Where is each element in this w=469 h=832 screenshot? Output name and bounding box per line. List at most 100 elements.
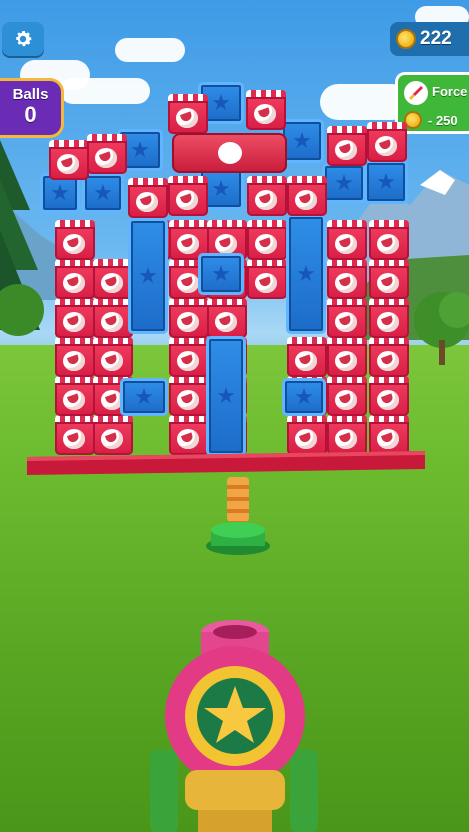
- force-cost: - 250: [428, 113, 458, 128]
- watermelon-log: [172, 133, 287, 173]
- settings-button[interactable]: [2, 22, 44, 56]
- star-icon: ★: [216, 383, 236, 408]
- watermelon-block: [55, 298, 95, 338]
- watermelon-icon: [254, 104, 276, 124]
- star-block: ★: [322, 163, 366, 203]
- watermelon-block: [369, 298, 409, 338]
- watermelon-block: [369, 376, 409, 416]
- watermelon-icon: [95, 148, 117, 168]
- balls-label: Balls: [12, 86, 49, 103]
- star-icon: ★: [376, 169, 396, 194]
- watermelon-block: [327, 298, 367, 338]
- watermelon-icon: [377, 390, 399, 410]
- star-block: ★: [206, 336, 246, 456]
- watermelon-icon: [255, 190, 277, 210]
- watermelon-icon: [295, 429, 317, 449]
- watermelon-block: [169, 298, 209, 338]
- watermelon-icon: [101, 351, 123, 371]
- watermelon-block: [93, 259, 133, 299]
- watermelon-icon: [218, 142, 242, 164]
- watermelon-icon: [335, 273, 357, 293]
- star-icon: ★: [211, 176, 231, 201]
- star-block: ★: [286, 214, 326, 334]
- watermelon-icon: [176, 190, 198, 210]
- balls-counter: Balls 0: [0, 78, 64, 138]
- star-icon: ★: [294, 384, 314, 409]
- star-icon: ★: [134, 384, 154, 409]
- watermelon-icon: [377, 234, 399, 254]
- watermelon-icon: [177, 312, 199, 332]
- star-icon: ★: [296, 261, 316, 286]
- watermelon-icon: [215, 312, 237, 332]
- watermelon-icon: [335, 140, 357, 160]
- watermelon-icon: [177, 429, 199, 449]
- watermelon-block: [327, 126, 367, 166]
- star-icon: ★: [211, 261, 231, 286]
- watermelon-icon: [377, 351, 399, 371]
- watermelon-block: [327, 220, 367, 260]
- game-screen: Balls 0 222 Force - 250 ★ ★ ★ ★ ★ ★ ★ ★ ★ ★ ★ ★ ★ ★: [0, 0, 469, 832]
- star-icon: ★: [50, 180, 70, 205]
- star-block: ★: [198, 253, 244, 295]
- watermelon-icon: [255, 234, 277, 254]
- watermelon-icon: [335, 351, 357, 371]
- force-label: Force: [432, 84, 468, 99]
- watermelon-icon: [177, 390, 199, 410]
- watermelon-icon: [136, 192, 158, 212]
- watermelon-icon: [101, 312, 123, 332]
- watermelon-icon: [295, 351, 317, 371]
- watermelon-icon: [57, 154, 79, 174]
- stand-post: [227, 477, 249, 522]
- watermelon-block: [247, 259, 287, 299]
- star-icon: ★: [93, 180, 113, 205]
- coin-icon: [396, 29, 416, 49]
- balls-value: 0: [24, 102, 37, 127]
- watermelon-icon: [101, 429, 123, 449]
- watermelon-block: [49, 140, 89, 180]
- watermelon-icon: [377, 429, 399, 449]
- watermelon-icon: [215, 234, 237, 254]
- star-block: ★: [282, 378, 326, 416]
- coin-value: 222: [420, 28, 452, 49]
- watermelon-block: [287, 176, 327, 216]
- watermelon-block: [327, 259, 367, 299]
- watermelon-icon: [177, 273, 199, 293]
- tower-platform: [27, 451, 425, 475]
- gear-icon: [16, 31, 32, 47]
- watermelon-icon: [63, 312, 85, 332]
- watermelon-block: [55, 220, 95, 260]
- star-icon: ★: [138, 263, 158, 288]
- stand-base: [206, 522, 270, 555]
- watermelon-block: [247, 220, 287, 260]
- watermelon-block: [168, 94, 208, 134]
- star-icon: ★: [292, 128, 312, 153]
- watermelon-block: [287, 337, 327, 377]
- star-block: ★: [82, 173, 124, 213]
- watermelon-icon: [295, 190, 317, 210]
- star-icon: ★: [211, 90, 231, 115]
- watermelon-icon: [375, 136, 397, 156]
- watermelon-block: [369, 337, 409, 377]
- watermelon-block: [93, 298, 133, 338]
- watermelon-block: [128, 178, 168, 218]
- watermelon-block: [55, 376, 95, 416]
- watermelon-icon: [335, 312, 357, 332]
- star-block: ★: [128, 218, 168, 334]
- watermelon-icon: [177, 234, 199, 254]
- watermelon-block: [93, 337, 133, 377]
- watermelon-icon: [335, 429, 357, 449]
- watermelon-block: [369, 259, 409, 299]
- watermelon-block: [87, 134, 127, 174]
- watermelon-block: [168, 176, 208, 216]
- watermelon-icon: [335, 390, 357, 410]
- cannon[interactable]: [140, 620, 330, 832]
- watermelon-icon: [63, 429, 85, 449]
- star-icon: ★: [334, 170, 354, 195]
- watermelon-icon: [63, 351, 85, 371]
- watermelon-block: [207, 298, 247, 338]
- rocket-icon: [404, 81, 428, 105]
- watermelon-icon: [177, 351, 199, 371]
- watermelon-block: [327, 337, 367, 377]
- watermelon-icon: [63, 273, 85, 293]
- star-icon: ★: [130, 137, 150, 162]
